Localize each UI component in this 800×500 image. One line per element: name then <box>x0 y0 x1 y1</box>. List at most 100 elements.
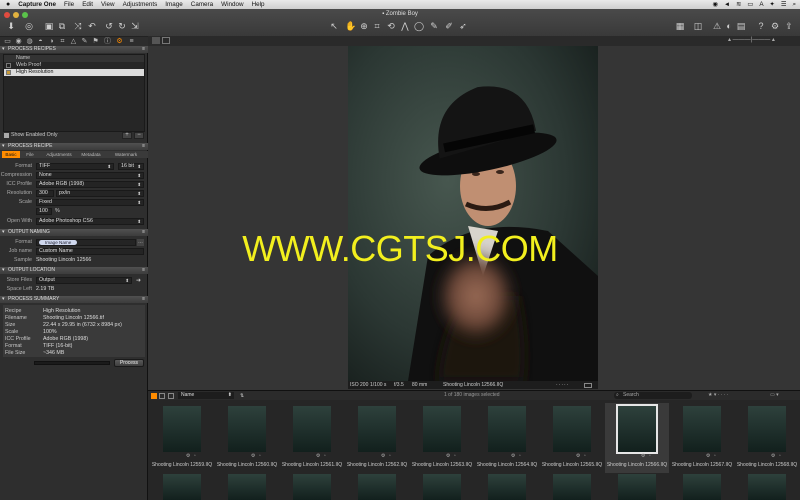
recipe-checkbox[interactable] <box>6 63 11 68</box>
naming-options-icon[interactable]: … <box>137 239 144 246</box>
recipe-checkbox[interactable] <box>6 70 11 75</box>
show-enabled-only[interactable]: Show Enabled Only <box>4 132 58 139</box>
scale-select[interactable]: Fixed ⬍ <box>36 199 144 206</box>
show-enabled-checkbox[interactable] <box>4 133 9 138</box>
brush-tool-icon[interactable]: ✎ <box>429 21 439 31</box>
thumbnail-image-row2[interactable] <box>423 474 461 500</box>
thumbnail-image-row2[interactable] <box>683 474 721 500</box>
duplicate-icon[interactable]: ⧉ <box>57 21 67 31</box>
recipe-list-header[interactable]: Name <box>4 55 144 62</box>
sort-select[interactable]: Name ⬍ <box>178 392 234 399</box>
reveal-folder-icon[interactable]: ➜ <box>136 277 141 284</box>
resolution-unit-select[interactable]: px/in ⬍ <box>56 190 144 197</box>
list-browser-icon[interactable] <box>159 393 165 399</box>
menu-app[interactable]: Capture One <box>18 1 56 8</box>
rating-stars[interactable]: ····· <box>556 381 569 389</box>
section-process-recipe[interactable]: PROCESS RECIPE ≡ <box>0 143 148 150</box>
naming-format-field[interactable]: Image Name <box>36 239 136 246</box>
multi-view-icon[interactable] <box>162 37 170 44</box>
adjust-icon[interactable]: ⤨ <box>73 21 83 31</box>
menu-file[interactable]: File <box>64 1 74 8</box>
tab-watermark[interactable]: Watermark <box>108 151 144 158</box>
image-viewer[interactable]: ISO 200 1/100 s f/3.5 80 mm Shooting Lin… <box>148 46 800 390</box>
section-process-summary[interactable]: PROCESS SUMMARY ≡ <box>0 296 148 303</box>
font-icon[interactable]: A <box>759 1 763 8</box>
grid-browser-icon[interactable] <box>151 393 157 399</box>
thumbnail-image-row2[interactable] <box>618 474 656 500</box>
compare-icon[interactable]: ◫ <box>693 21 703 31</box>
menu-edit[interactable]: Edit <box>82 1 93 8</box>
volume-icon[interactable]: ◄ <box>724 1 730 8</box>
redo-icon[interactable]: ↻ <box>117 21 127 31</box>
remove-recipe-button[interactable]: − <box>134 132 144 139</box>
format-select[interactable]: TIFF ⬍ <box>36 163 114 170</box>
resolution-input[interactable]: 300 <box>36 190 54 197</box>
thumbnail[interactable]: ⚙ ▫ Shooting Lincoln 12564.IIQ <box>475 403 539 473</box>
pan-tool-icon[interactable]: ✋ <box>345 21 356 31</box>
thumbnail-image-row2[interactable] <box>488 474 526 500</box>
annotate-tool-icon[interactable]: ➶ <box>458 21 468 31</box>
color-tag-icon[interactable] <box>584 382 592 388</box>
crop-tool-icon[interactable]: ⌗ <box>372 21 382 31</box>
thumbnail-image-row2[interactable] <box>748 474 786 500</box>
thumbnail[interactable]: ⚙ ▫ Shooting Lincoln 12568.IIQ <box>735 403 799 473</box>
tab-metadata[interactable]: Metadata <box>78 151 104 158</box>
thumbnail-image-row2[interactable] <box>358 474 396 500</box>
notifications-icon[interactable]: ☰ <box>781 1 787 8</box>
job-name-input[interactable]: Custom Name <box>36 248 144 255</box>
pointer-tool-icon[interactable]: ↖ <box>329 21 339 31</box>
thumbnail-image-row2[interactable] <box>228 474 266 500</box>
picker-tool-icon[interactable]: ✐ <box>444 21 454 31</box>
proof-icon[interactable]: ◐ <box>724 21 734 31</box>
battery-icon[interactable]: ▭ <box>747 1 753 8</box>
keystone-tool-icon[interactable]: ⋀ <box>400 21 410 31</box>
section-menu-icon[interactable]: ≡ <box>142 143 145 150</box>
tab-adjustments[interactable]: Adjustments <box>44 151 74 158</box>
main-photo[interactable] <box>348 46 598 381</box>
add-recipe-button[interactable]: + <box>122 132 132 139</box>
rotate-tool-icon[interactable]: ⟲ <box>386 21 396 31</box>
thumbnail[interactable]: ⚙ ▫ Shooting Lincoln 12567.IIQ <box>670 403 734 473</box>
thumbnail[interactable]: ⚙ ▫ Shooting Lincoln 12565.IIQ <box>540 403 604 473</box>
scale-percent-input[interactable]: 100 <box>36 208 52 215</box>
thumbnail-image-row2[interactable] <box>293 474 331 500</box>
single-view-icon[interactable] <box>152 37 160 44</box>
process-button[interactable]: Process <box>114 359 144 367</box>
spotlight-icon[interactable]: ⌕ <box>792 1 796 9</box>
sort-direction-icon[interactable]: ⇅ <box>240 393 244 399</box>
filter-color-icon[interactable]: ▭ ▾ <box>770 392 779 398</box>
bit-depth-select[interactable]: 16 bit ⬍ <box>118 163 144 170</box>
menu-image[interactable]: Image <box>165 1 183 8</box>
thumbnail-image-row2[interactable] <box>163 474 201 500</box>
section-process-recipes[interactable]: PROCESS RECIPES ≡ <box>0 46 148 53</box>
recipe-item-high-resolution[interactable]: High Resolution <box>4 69 144 76</box>
section-menu-icon[interactable]: ≡ <box>142 296 145 303</box>
menu-camera[interactable]: Camera <box>191 1 213 8</box>
thumbnail[interactable]: ⚙ ▫ Shooting Lincoln 12561.IIQ <box>280 403 344 473</box>
share-icon[interactable]: ⇪ <box>784 21 794 31</box>
filter-stars[interactable]: ★ ▾ · · · · <box>708 392 729 398</box>
exposure-warning-icon[interactable]: ⚠ <box>712 21 722 31</box>
undo-icon[interactable]: ↺ <box>104 21 114 31</box>
grid-overlay-icon[interactable]: ▤ <box>736 21 746 31</box>
reset-icon[interactable]: ↶ <box>87 21 97 31</box>
camera-status-icon[interactable]: ◉ <box>712 1 718 8</box>
section-output-naming[interactable]: OUTPUT NAMING ≡ <box>0 229 148 236</box>
wifi-icon[interactable]: ≋ <box>736 1 741 8</box>
new-album-icon[interactable]: ▣ <box>44 21 54 31</box>
grid-view-icon[interactable]: ▦ <box>675 21 685 31</box>
section-output-location[interactable]: OUTPUT LOCATION ≡ <box>0 267 148 274</box>
thumbnail-image-row2[interactable] <box>553 474 591 500</box>
thumbnail[interactable]: ⚙ ▫ Shooting Lincoln 12562.IIQ <box>345 403 409 473</box>
thumbnail-selected[interactable]: ⚙ ▫ Shooting Lincoln 12566.IIQ <box>605 403 669 473</box>
thumbnail[interactable]: ⚙ ▫ Shooting Lincoln 12560.IIQ <box>215 403 279 473</box>
compression-select[interactable]: None ⬍ <box>36 172 144 179</box>
help-icon[interactable]: ? <box>756 21 766 31</box>
filmstrip-browser-icon[interactable] <box>168 393 174 399</box>
spot-removal-icon[interactable]: ◯ <box>414 21 424 31</box>
menu-help[interactable]: Help <box>252 1 265 8</box>
import-icon[interactable]: ⬇ <box>6 21 16 31</box>
image-name-token[interactable]: Image Name <box>39 240 78 245</box>
capture-icon[interactable]: ◎ <box>24 21 34 31</box>
open-with-select[interactable]: Adobe Photoshop CS6 ⬍ <box>36 218 144 225</box>
